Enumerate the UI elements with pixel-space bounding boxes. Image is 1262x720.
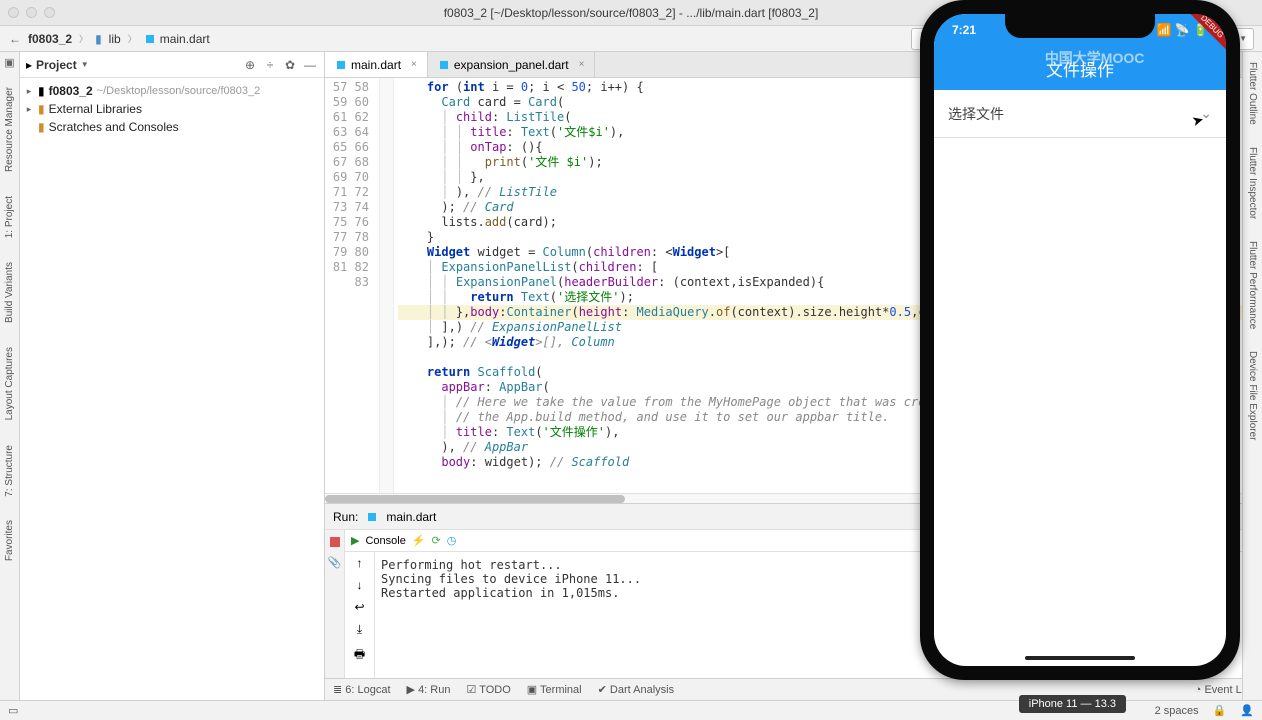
close-tab-icon[interactable]: × <box>411 59 417 70</box>
flutter-performance-tab[interactable]: Flutter Performance <box>1247 235 1258 335</box>
window-title: f0803_2 [~/Desktop/lesson/source/f0803_2… <box>444 6 819 20</box>
project-tree[interactable]: ▸ ▮ f0803_2 ~/Desktop/lesson/source/f080… <box>20 78 324 140</box>
zoom-window[interactable] <box>44 7 55 18</box>
scroll-end-icon[interactable]: ⤓ <box>357 622 362 637</box>
tree-row-external-libs[interactable]: ▸ ▮ External Libraries <box>20 100 324 118</box>
caret-down-icon[interactable]: ▼ <box>81 60 89 69</box>
notch <box>1005 14 1155 38</box>
resource-manager-tab[interactable]: Resource Manager <box>4 81 15 178</box>
tab-expansion-panel[interactable]: expansion_panel.dart × <box>428 52 596 77</box>
project-view-label[interactable]: Project <box>36 58 77 72</box>
lock-icon[interactable]: 🔒 <box>1213 704 1227 717</box>
clock: 7:21 <box>952 23 976 37</box>
simulator-device-label: iPhone 11 — 13.3 <box>1019 695 1126 713</box>
panel-header-text: 选择文件 <box>948 104 1004 124</box>
simulator-screen[interactable]: DEBUG 7:21 📶 📡 🔋 中国大学MOOC 文件操作 选择文件 ⌄ <box>934 14 1226 666</box>
breadcrumb-sep-icon: 〉 <box>79 32 88 45</box>
console-tools: ↑ ↓ ↩ ⤓ 🖶 <box>345 552 375 678</box>
fold-column[interactable] <box>380 78 394 493</box>
attach-icon[interactable]: 📎 <box>328 556 342 570</box>
hide-icon[interactable]: — <box>302 58 318 72</box>
dart-file-icon <box>335 59 347 71</box>
project-tool-window: ▸ Project ▼ ⊕ ÷ ✿ — ▸ ▮ f0803_2 ~/Deskto… <box>20 52 325 700</box>
project-header: ▸ Project ▼ ⊕ ÷ ✿ — <box>20 52 324 78</box>
right-toolwindow-bar: Flutter Outline Flutter Inspector Flutte… <box>1242 52 1262 700</box>
library-icon: ▮ <box>38 102 45 116</box>
terminal-tab[interactable]: ▣ Terminal <box>527 683 582 696</box>
status-icon[interactable]: ▭ <box>8 704 18 717</box>
traffic-lights <box>8 7 55 18</box>
up-arrow-icon[interactable]: ↑ <box>357 556 363 570</box>
build-variants-tab[interactable]: Build Variants <box>4 256 15 329</box>
folder-icon: ▸ <box>26 58 32 72</box>
print-icon[interactable]: 🖶 <box>354 645 365 666</box>
close-tab-icon[interactable]: × <box>579 59 585 70</box>
watermark-logo: 中国大学MOOC <box>1045 48 1145 68</box>
close-window[interactable] <box>8 7 19 18</box>
dart-file-icon <box>144 33 156 45</box>
dart-file-icon <box>366 511 378 523</box>
layout-captures-tab[interactable]: Layout Captures <box>4 341 15 426</box>
home-indicator[interactable] <box>1025 656 1135 660</box>
hot-restart-icon[interactable]: ⟳ <box>432 534 441 547</box>
tab-main-dart[interactable]: main.dart × <box>325 52 428 77</box>
flutter-inspector-tab[interactable]: Flutter Inspector <box>1247 141 1258 225</box>
expand-arrow-icon[interactable]: ▸ <box>24 86 34 97</box>
tree-row-scratches[interactable]: ▮ Scratches and Consoles <box>20 118 324 136</box>
scratch-icon: ▮ <box>38 120 45 134</box>
status-icons: 📶 📡 🔋 <box>1157 23 1209 37</box>
favorites-tab[interactable]: Favorites <box>4 514 15 567</box>
image-icon[interactable]: ▣ <box>4 56 14 69</box>
settings-icon[interactable]: ✿ <box>282 58 298 72</box>
project-tab[interactable]: 1: Project <box>4 190 15 244</box>
rerun-icon[interactable]: ▶ <box>351 534 359 547</box>
run-title: Run: <box>333 510 358 524</box>
module-icon: ▮ <box>38 84 45 98</box>
caret-down-icon: ▼ <box>1239 34 1247 43</box>
console-tab[interactable]: Console <box>365 535 405 547</box>
flutter-outline-tab[interactable]: Flutter Outline <box>1247 56 1258 131</box>
hot-reload-icon[interactable]: ⚡ <box>412 534 426 547</box>
run-left-toolbar: 📎 <box>325 530 345 678</box>
structure-tab[interactable]: 7: Structure <box>4 439 15 503</box>
minimize-window[interactable] <box>26 7 37 18</box>
dart-file-icon <box>438 59 450 71</box>
nav-back-arrow-icon[interactable]: ← <box>6 32 24 46</box>
tree-row-project[interactable]: ▸ ▮ f0803_2 ~/Desktop/lesson/source/f080… <box>20 82 324 100</box>
soft-wrap-icon[interactable]: ↩ <box>354 600 364 614</box>
indent-status[interactable]: 2 spaces <box>1155 705 1199 717</box>
left-toolwindow-bar: ▣ Resource Manager 1: Project Build Vari… <box>0 52 20 700</box>
breadcrumb-folder[interactable]: lib <box>109 32 121 46</box>
expansion-panel-header[interactable]: 选择文件 ⌄ <box>934 90 1226 138</box>
breadcrumb-file[interactable]: main.dart <box>160 32 210 46</box>
device-file-explorer-tab[interactable]: Device File Explorer <box>1247 345 1258 446</box>
todo-tab[interactable]: ☑ TODO <box>466 683 510 696</box>
run-config-name: main.dart <box>386 510 436 524</box>
breadcrumb-sep-icon: 〉 <box>128 32 137 45</box>
line-numbers: 57 58 59 60 61 62 63 64 65 66 67 68 69 7… <box>325 78 380 493</box>
expand-arrow-icon[interactable]: ▸ <box>24 104 34 115</box>
ios-simulator: DEBUG 7:21 📶 📡 🔋 中国大学MOOC 文件操作 选择文件 ⌄ <box>920 0 1240 680</box>
dart-analysis-tab[interactable]: ✔ Dart Analysis <box>598 683 674 696</box>
inspector-icon[interactable]: 👤 <box>1240 704 1254 717</box>
open-devtools-icon[interactable]: ◷ <box>447 534 457 547</box>
collapse-icon[interactable]: ÷ <box>262 58 278 72</box>
run-tab[interactable]: ▶ 4: Run <box>407 683 451 696</box>
down-arrow-icon[interactable]: ↓ <box>357 578 363 592</box>
logcat-tab[interactable]: ≣ 6: Logcat <box>333 683 391 696</box>
app-bar: 中国大学MOOC 文件操作 <box>934 46 1226 90</box>
locate-icon[interactable]: ⊕ <box>242 58 258 72</box>
folder-icon: ▮ <box>95 32 102 46</box>
breadcrumb-project[interactable]: f0803_2 <box>28 32 72 46</box>
scrollbar-thumb[interactable] <box>325 495 625 503</box>
stop-button[interactable] <box>330 537 340 547</box>
